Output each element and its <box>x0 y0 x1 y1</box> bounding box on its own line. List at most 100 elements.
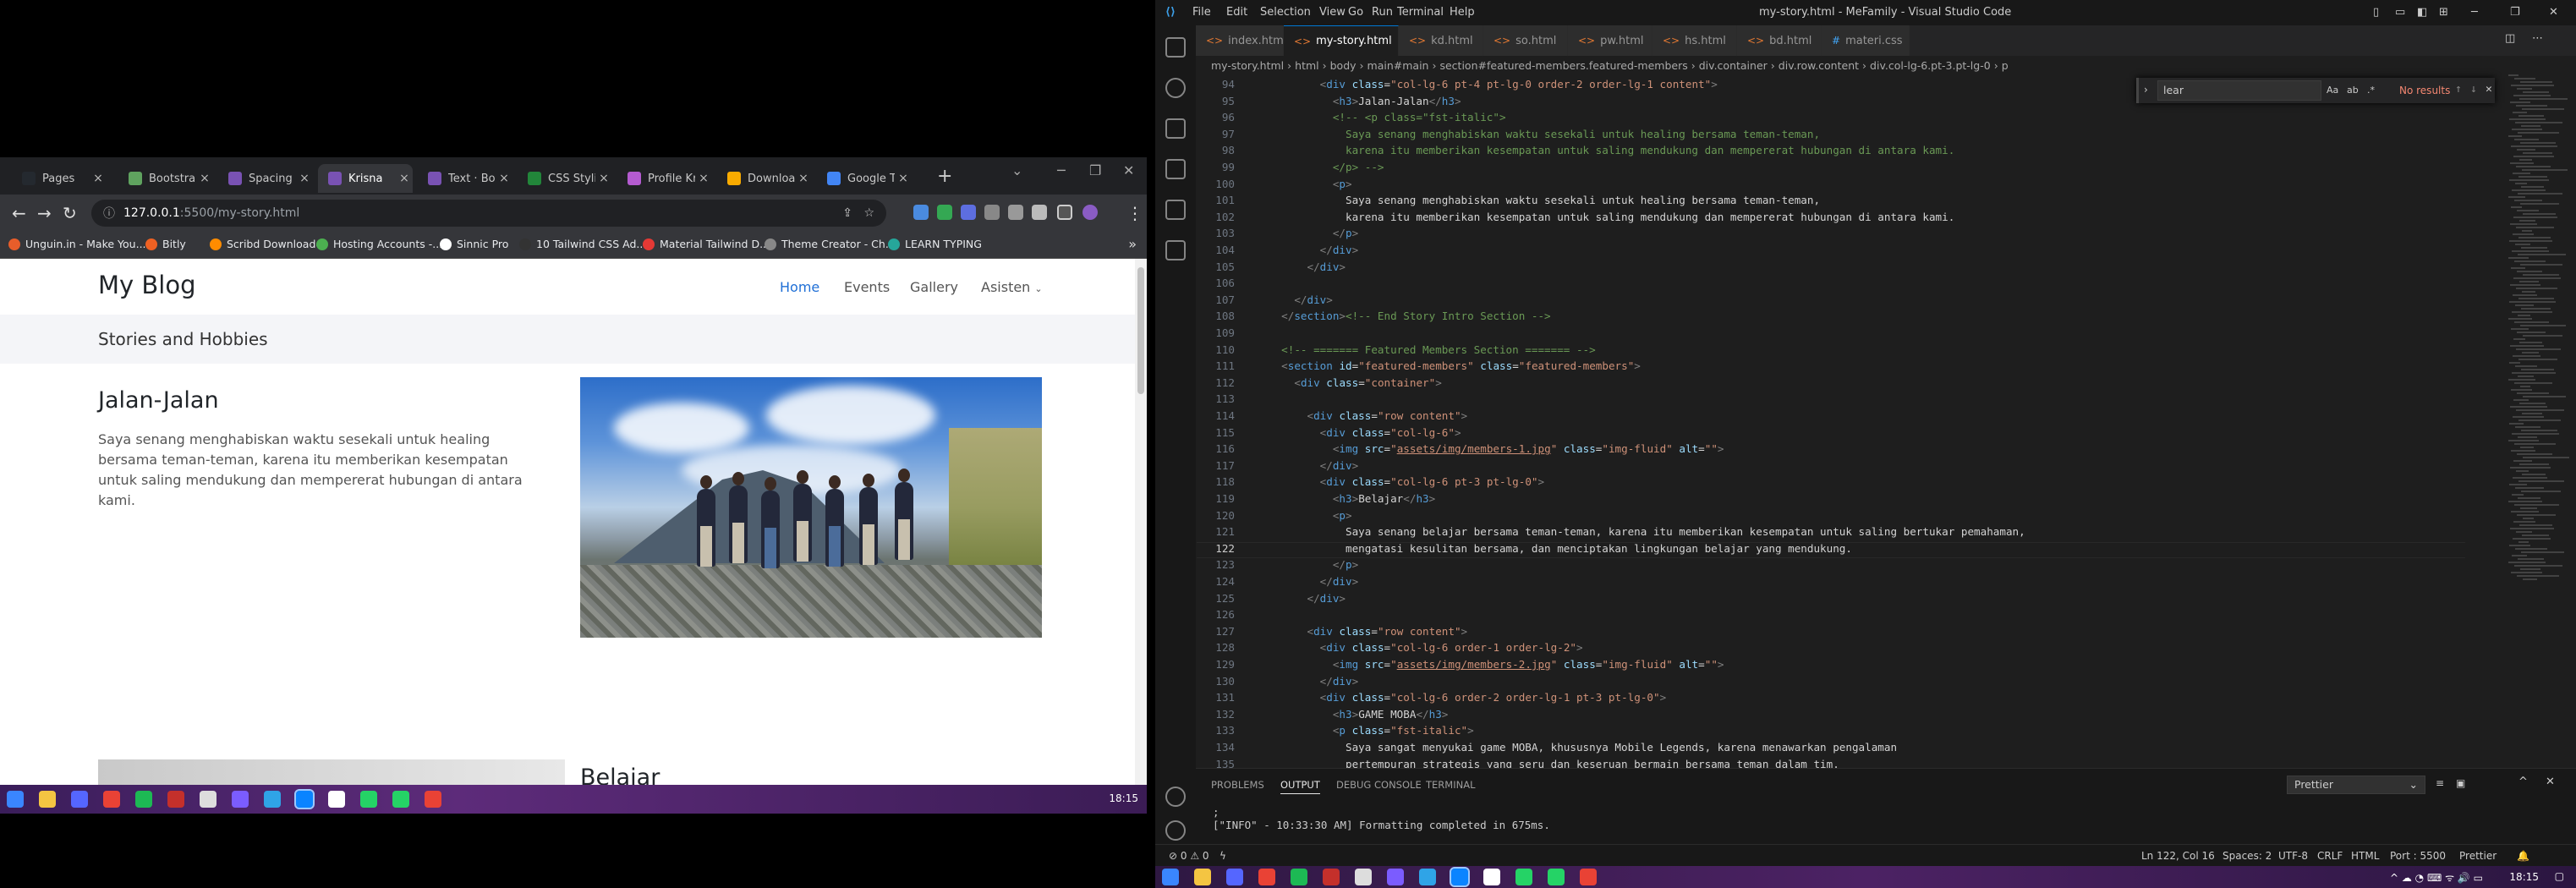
browser-tab[interactable]: Krisna × <box>318 164 413 193</box>
extensions-icon[interactable] <box>1165 200 1186 220</box>
maximize-icon[interactable]: ❐ <box>1089 162 1101 178</box>
chrome-icon[interactable] <box>1580 869 1597 885</box>
minimize-icon[interactable]: ─ <box>1057 162 1066 178</box>
code-line[interactable]: 129 <img src="assets/img/members-2.jpg" … <box>1196 658 2464 674</box>
bookmark-item[interactable]: Unguin.in - Make You... <box>8 238 146 250</box>
editor-tab[interactable]: <> pw.html <box>1568 25 1652 56</box>
chevron-right-icon[interactable]: › <box>2144 84 2148 96</box>
app-icon[interactable] <box>232 791 249 808</box>
spotify-icon[interactable] <box>135 791 152 808</box>
find-input[interactable]: lear <box>2157 80 2321 101</box>
bookmark-item[interactable]: LEARN TYPING <box>888 238 982 250</box>
regex-icon[interactable]: .* <box>2367 85 2375 96</box>
code-line[interactable]: 131 <div class="col-lg-6 order-2 order-l… <box>1196 691 2464 707</box>
nav-asisten[interactable]: Asisten ⌄ <box>981 279 1043 295</box>
close-icon[interactable]: × <box>695 172 712 185</box>
layout-icon[interactable]: ◧ <box>2417 6 2427 19</box>
code-line[interactable]: 107 </div> <box>1196 293 2464 310</box>
reload-icon[interactable]: ↻ <box>63 203 77 223</box>
code-line[interactable]: 121 Saya senang belajar bersama teman-te… <box>1196 525 2464 541</box>
close-icon[interactable]: ✕ <box>2549 6 2558 19</box>
url-input[interactable]: ⓘ 127.0.0.1:5500/my-story.html ⇪ ☆ <box>91 200 886 227</box>
status-language[interactable]: HTML <box>2351 850 2379 862</box>
nav-events[interactable]: Events <box>844 279 890 295</box>
search-icon[interactable] <box>1165 78 1186 98</box>
code-line[interactable]: 116 <img src="assets/img/members-1.jpg" … <box>1196 442 2464 458</box>
status-live-server[interactable]: Port : 5500 <box>2390 850 2446 862</box>
app-icon[interactable] <box>1226 869 1243 885</box>
chrome-icon[interactable] <box>103 791 120 808</box>
menu-help[interactable]: Help <box>1450 6 1475 19</box>
app-icon[interactable] <box>71 791 88 808</box>
avatar[interactable] <box>1082 205 1098 220</box>
more-actions-icon[interactable]: ⋯ <box>2532 32 2543 45</box>
scrollbar-thumb[interactable] <box>1137 267 1144 394</box>
code-line[interactable]: 128 <div class="col-lg-6 order-1 order-l… <box>1196 641 2464 657</box>
browser-tab[interactable]: CSS Styling× <box>518 164 612 193</box>
app-icon[interactable] <box>167 791 184 808</box>
status-formatter[interactable]: Prettier <box>2459 850 2497 862</box>
share-icon[interactable]: ⇪ <box>842 206 852 220</box>
menu-terminal[interactable]: Terminal <box>1397 6 1444 19</box>
menu-edit[interactable]: Edit <box>1226 6 1247 19</box>
side-panel-icon[interactable] <box>1057 205 1072 220</box>
close-icon[interactable]: ✕ <box>2486 83 2492 96</box>
tab-problems[interactable]: PROBLEMS <box>1211 779 1264 791</box>
forward-icon[interactable]: → <box>37 203 52 223</box>
app-icon[interactable] <box>1483 869 1500 885</box>
breadcrumb-item[interactable]: div.col-lg-6.pt-3.pt-lg-0 <box>1870 59 1991 72</box>
site-info-icon[interactable]: ⓘ <box>103 205 115 222</box>
code-line[interactable]: 114 <div class="row content"> <box>1196 409 2464 425</box>
breadcrumb-item[interactable]: p <box>2002 59 2009 72</box>
run-debug-icon[interactable] <box>1165 159 1186 179</box>
breadcrumb-item[interactable]: main#main <box>1367 59 1429 72</box>
code-line[interactable]: 103 </p> <box>1196 227 2464 243</box>
code-line[interactable]: 120 <p> <box>1196 509 2464 525</box>
account-icon[interactable] <box>1165 787 1186 807</box>
breadcrumb-item[interactable]: div.row.content <box>1779 59 1859 72</box>
code-line[interactable]: 118 <div class="col-lg-6 pt-3 pt-lg-0"> <box>1196 475 2464 491</box>
code-line[interactable]: 117 </div> <box>1196 459 2464 475</box>
code-line[interactable]: 115 <div class="col-lg-6"> <box>1196 426 2464 442</box>
code-line[interactable]: 97 Saya senang menghabiskan waktu seseka… <box>1196 128 2464 144</box>
chrome-icon[interactable] <box>1258 869 1275 885</box>
close-icon[interactable]: ✕ <box>2546 776 2555 788</box>
kebab-menu-icon[interactable]: ⋮ <box>1126 203 1143 223</box>
editor-tab[interactable]: <> my-story.html <box>1284 25 1399 56</box>
app-icon[interactable] <box>200 791 216 808</box>
chevron-up-icon[interactable]: ^ <box>2518 776 2528 788</box>
code-line[interactable]: 108 </section><!-- End Story Intro Secti… <box>1196 310 2464 326</box>
close-icon[interactable]: × <box>296 172 313 185</box>
dark-mode-icon[interactable] <box>984 205 1000 220</box>
lightning-icon[interactable]: ϟ <box>1219 850 1226 862</box>
layout-icon[interactable]: ▯ <box>2373 6 2379 19</box>
close-icon[interactable]: × <box>196 172 213 185</box>
editor-tab[interactable]: <> kd.html <box>1399 25 1483 56</box>
maximize-icon[interactable]: ❐ <box>2510 6 2520 19</box>
minimap[interactable] <box>2505 74 2576 768</box>
output-channel-select[interactable]: Prettier ⌄ <box>2287 776 2425 794</box>
close-icon[interactable]: × <box>496 172 512 185</box>
code-line[interactable]: 134 Saya sangat menyukai game MOBA, khus… <box>1196 741 2464 757</box>
menu-go[interactable]: Go <box>1348 6 1363 19</box>
whole-word-icon[interactable]: ab <box>2347 85 2359 96</box>
code-line[interactable]: 110 <!-- ======= Featured Members Sectio… <box>1196 343 2464 359</box>
code-line[interactable]: 96 <!-- <p class="fst-italic"> <box>1196 111 2464 127</box>
bookmark-item[interactable]: 10 Tailwind CSS Ad... <box>519 238 646 250</box>
browser-tab[interactable]: Profile Kris× <box>617 164 712 193</box>
browser-tab[interactable]: Text · Boot× <box>418 164 512 193</box>
extension-icon[interactable] <box>961 205 976 220</box>
breadcrumb-item[interactable]: html <box>1295 59 1318 72</box>
code-line[interactable]: 124 </div> <box>1196 575 2464 591</box>
gear-icon[interactable] <box>1165 820 1186 841</box>
status-indentation[interactable]: Spaces: 2 <box>2222 850 2272 862</box>
bookmark-item[interactable]: Hosting Accounts -... <box>316 238 442 250</box>
nav-gallery[interactable]: Gallery <box>910 279 958 295</box>
close-icon[interactable]: × <box>795 172 812 185</box>
close-icon[interactable]: ✕ <box>1123 162 1134 178</box>
bookmark-item[interactable]: Scribd Downloader <box>210 238 326 250</box>
code-line[interactable]: 125 </div> <box>1196 592 2464 608</box>
arrow-down-icon[interactable]: ↓ <box>2470 83 2477 96</box>
code-line[interactable]: 101 Saya senang menghabiskan waktu sesek… <box>1196 194 2464 210</box>
extension-icon[interactable] <box>913 205 929 220</box>
